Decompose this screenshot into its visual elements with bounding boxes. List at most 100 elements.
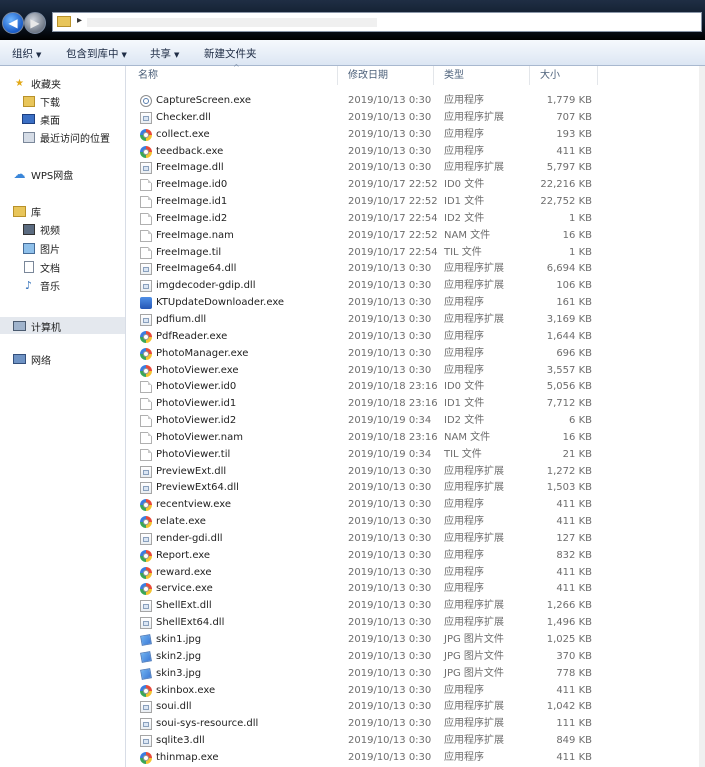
file-size: 1,503 KB — [546, 482, 592, 494]
file-row[interactable]: service.exe 2019/10/13 0:30 应用程序 411 KB — [126, 581, 701, 598]
sidebar-item-label: 计算机 — [31, 322, 61, 334]
organize-button[interactable]: 组织 ▼ — [12, 46, 41, 61]
file-row[interactable]: Report.exe 2019/10/13 0:30 应用程序 832 KB — [126, 548, 701, 565]
file-row[interactable]: Checker.dll 2019/10/13 0:30 应用程序扩展 707 KB — [126, 110, 701, 127]
file-row[interactable]: PhotoViewer.id2 2019/10/19 0:34 ID2 文件 6 KB — [126, 413, 701, 430]
sidebar-item-downloads[interactable]: 下载 — [22, 93, 60, 109]
forward-button[interactable]: ▶ — [24, 12, 46, 34]
sidebar-item-recent-places[interactable]: 最近访问的位置 — [22, 129, 110, 145]
dll-file-icon — [140, 735, 152, 748]
sidebar-item-network[interactable]: 网络 — [13, 351, 51, 367]
file-name: reward.exe — [156, 566, 212, 578]
file-row[interactable]: FreeImage64.dll 2019/10/13 0:30 应用程序扩展 6,69… — [126, 261, 701, 278]
file-row[interactable]: FreeImage.id1 2019/10/17 22:52 ID1 文件 22,75… — [126, 194, 701, 211]
file-type: 应用程序 — [444, 684, 484, 696]
file-row[interactable]: FreeImage.nam 2019/10/17 22:52 NAM 文件 16 KB — [126, 228, 701, 245]
file-modified-date: 2019/10/13 0:30 — [348, 95, 432, 106]
column-header-type[interactable]: 类型 — [434, 66, 530, 85]
file-type: 应用程序扩展 — [444, 718, 504, 730]
sidebar-item-pictures[interactable]: 图片 — [22, 240, 60, 256]
file-type: NAM 文件 — [444, 229, 491, 241]
file-row[interactable]: sqlite3.dll 2019/10/13 0:30 应用程序扩展 849 KB — [126, 733, 701, 750]
column-header-name[interactable]: 名称 — [126, 66, 338, 85]
file-name: PhotoViewer.til — [156, 448, 231, 460]
file-row[interactable]: KTUpdateDownloader.exe 2019/10/13 0:30 应用程… — [126, 295, 701, 312]
file-row[interactable]: imgdecoder-gdip.dll 2019/10/13 0:30 应用程序扩展… — [126, 278, 701, 295]
dll-file-icon — [140, 532, 152, 545]
file-size: 6 KB — [569, 415, 592, 427]
file-row[interactable]: PdfReader.exe 2019/10/13 0:30 应用程序 1,644 KB — [126, 329, 701, 346]
file-row[interactable]: PhotoManager.exe 2019/10/13 0:30 应用程序 696 K… — [126, 346, 701, 363]
file-row[interactable]: collect.exe 2019/10/13 0:30 应用程序 193 KB — [126, 127, 701, 144]
file-modified-date: 2019/10/13 0:30 — [348, 128, 432, 140]
generic-file-icon — [140, 431, 152, 444]
file-row[interactable]: PhotoViewer.til 2019/10/19 0:34 TIL 文件 21 K… — [126, 447, 701, 464]
sidebar-item-music[interactable]: ♪ 音乐 — [22, 277, 60, 293]
file-row[interactable]: PreviewExt.dll 2019/10/13 0:30 应用程序扩展 1,272… — [126, 464, 701, 481]
file-modified-date: 2019/10/13 0:30 — [348, 600, 432, 612]
sidebar-item-documents[interactable]: 文档 — [22, 259, 60, 275]
sidebar-item-libraries[interactable]: 库 — [13, 203, 41, 219]
file-size: 778 KB — [556, 667, 592, 679]
sidebar-item-wps-cloud[interactable]: ☁ WPS网盘 — [13, 166, 74, 182]
file-row[interactable]: recentview.exe 2019/10/13 0:30 应用程序 411 KB — [126, 497, 701, 514]
file-row[interactable]: FreeImage.id0 2019/10/17 22:52 ID0 文件 22,21… — [126, 177, 701, 194]
file-size: 370 KB — [556, 650, 592, 662]
file-row[interactable]: soui-sys-resource.dll 2019/10/13 0:30 应用程序… — [126, 716, 701, 733]
file-row[interactable]: FreeImage.til 2019/10/17 22:54 TIL 文件 1 KB — [126, 245, 701, 262]
file-row[interactable]: ShellExt.dll 2019/10/13 0:30 应用程序扩展 1,266 K… — [126, 598, 701, 615]
forward-arrow-icon: ▶ — [30, 16, 40, 30]
file-row[interactable]: pdfium.dll 2019/10/13 0:30 应用程序扩展 3,169 KB — [126, 312, 701, 329]
file-name: FreeImage.nam — [156, 229, 234, 241]
sidebar-item-favorites[interactable]: ★ 收藏夹 — [13, 75, 61, 91]
generic-file-icon — [140, 448, 152, 461]
file-row[interactable]: thinmap.exe 2019/10/13 0:30 应用程序 411 KB — [126, 750, 701, 767]
file-row[interactable]: PhotoViewer.id1 2019/10/18 23:16 ID1 文件 7,7… — [126, 396, 701, 413]
back-button[interactable]: ◀ — [2, 12, 24, 34]
file-row[interactable]: skinbox.exe 2019/10/13 0:30 应用程序 411 KB — [126, 683, 701, 700]
breadcrumb-arrow-icon[interactable]: ▸ — [77, 15, 82, 26]
file-list: CaptureScreen.exe 2019/10/13 0:30 应用程序 1,77… — [126, 93, 701, 767]
file-row[interactable]: ShellExt64.dll 2019/10/13 0:30 应用程序扩展 1,496… — [126, 615, 701, 632]
file-row[interactable]: skin2.jpg 2019/10/13 0:30 JPG 图片文件 370 KB — [126, 649, 701, 666]
address-bar[interactable]: ▸ — [52, 12, 702, 32]
new-folder-button[interactable]: 新建文件夹 — [204, 46, 257, 61]
sidebar-item-desktop[interactable]: 桌面 — [22, 111, 60, 127]
file-type: 应用程序 — [444, 95, 484, 106]
file-row[interactable]: skin3.jpg 2019/10/13 0:30 JPG 图片文件 778 KB — [126, 666, 701, 683]
file-row[interactable]: soui.dll 2019/10/13 0:30 应用程序扩展 1,042 KB — [126, 699, 701, 716]
file-modified-date: 2019/10/13 0:30 — [348, 145, 432, 157]
file-size: 16 KB — [562, 229, 592, 241]
file-name: imgdecoder-gdip.dll — [156, 280, 256, 292]
column-header-date[interactable]: 修改日期 — [338, 66, 434, 85]
file-row[interactable]: CaptureScreen.exe 2019/10/13 0:30 应用程序 1,77… — [126, 93, 701, 110]
share-button[interactable]: 共享 ▼ — [150, 46, 179, 61]
file-row[interactable]: skin1.jpg 2019/10/13 0:30 JPG 图片文件 1,025 KB — [126, 632, 701, 649]
file-row[interactable]: relate.exe 2019/10/13 0:30 应用程序 411 KB — [126, 514, 701, 531]
file-modified-date: 2019/10/13 0:30 — [348, 701, 432, 713]
file-modified-date: 2019/10/18 23:16 — [348, 431, 438, 443]
file-row[interactable]: reward.exe 2019/10/13 0:30 应用程序 411 KB — [126, 565, 701, 582]
file-name: FreeImage64.dll — [156, 263, 237, 275]
file-row[interactable]: PhotoViewer.exe 2019/10/13 0:30 应用程序 3,557 … — [126, 363, 701, 380]
sidebar-item-computer[interactable]: 计算机 — [13, 318, 61, 334]
application-icon — [140, 499, 152, 512]
file-modified-date: 2019/10/13 0:30 — [348, 634, 432, 645]
file-name: soui-sys-resource.dll — [156, 718, 259, 730]
file-row[interactable]: PhotoViewer.nam 2019/10/18 23:16 NAM 文件 16 … — [126, 430, 701, 447]
file-row[interactable]: FreeImage.id2 2019/10/17 22:54 ID2 文件 1 KB — [126, 211, 701, 228]
file-size: 7,712 KB — [546, 398, 592, 410]
file-modified-date: 2019/10/13 0:30 — [348, 735, 432, 747]
include-in-library-button[interactable]: 包含到库中 ▼ — [66, 46, 127, 61]
file-row[interactable]: PhotoViewer.id0 2019/10/18 23:16 ID0 文件 5,0… — [126, 379, 701, 396]
file-row[interactable]: teedback.exe 2019/10/13 0:30 应用程序 411 KB — [126, 144, 701, 161]
file-row[interactable]: render-gdi.dll 2019/10/13 0:30 应用程序扩展 127 K… — [126, 531, 701, 548]
sidebar-item-videos[interactable]: 视频 — [22, 221, 60, 237]
file-name: PhotoViewer.nam — [156, 431, 243, 443]
column-header-size[interactable]: 大小 — [530, 66, 598, 85]
generic-file-icon — [140, 179, 152, 192]
file-row[interactable]: PreviewExt64.dll 2019/10/13 0:30 应用程序扩展 1,5… — [126, 480, 701, 497]
file-size: 1,025 KB — [546, 634, 592, 645]
file-row[interactable]: FreeImage.dll 2019/10/13 0:30 应用程序扩展 5,797 … — [126, 160, 701, 177]
file-modified-date: 2019/10/13 0:30 — [348, 718, 432, 730]
